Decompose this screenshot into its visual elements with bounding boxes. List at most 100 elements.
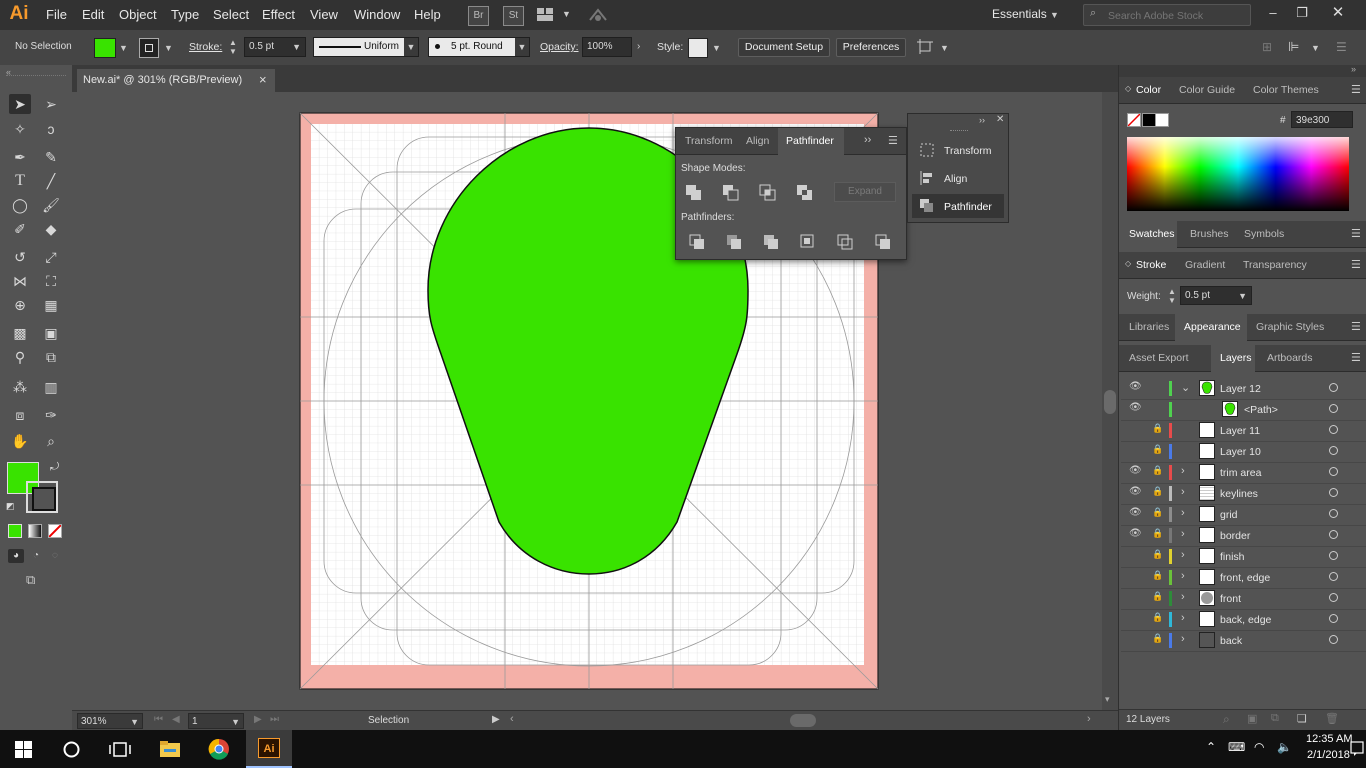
tab-appearance[interactable]: Appearance <box>1184 321 1241 333</box>
close-tab-icon[interactable]: × <box>259 72 267 87</box>
bridge-button[interactable]: Br <box>468 6 489 26</box>
tab-swatches[interactable]: Swatches <box>1129 228 1175 240</box>
chevron-down-icon[interactable]: ▼ <box>119 43 128 53</box>
tab-color-guide[interactable]: Color Guide <box>1179 84 1235 96</box>
eraser-tool-icon[interactable]: ◆ <box>40 219 62 239</box>
slice-tool-icon[interactable]: ✑ <box>40 405 62 425</box>
direct-selection-tool-icon[interactable]: ➢ <box>40 94 62 114</box>
draw-normal-icon[interactable]: ◕ <box>8 549 24 563</box>
chevron-down-icon[interactable]: ▼ <box>562 9 571 19</box>
ellipse-tool-icon[interactable]: ◯ <box>9 195 31 215</box>
horizontal-scroll-thumb[interactable] <box>790 714 816 727</box>
collapse-panels-icon[interactable]: » <box>1351 64 1356 74</box>
draw-behind-icon[interactable]: ◔ <box>29 549 43 563</box>
lock-icon[interactable]: 🔒 <box>1152 591 1163 602</box>
lock-icon[interactable]: 🔒 <box>1152 486 1163 497</box>
lock-icon[interactable]: 🔒 <box>1152 633 1163 644</box>
expand-button[interactable]: Expand <box>834 182 896 202</box>
eye-icon[interactable]: 👁 <box>1129 465 1142 476</box>
chevron-down-icon[interactable]: ▼ <box>1311 43 1320 53</box>
stepper-icon[interactable]: ▲ ▼ <box>1168 287 1176 305</box>
lock-icon[interactable]: 🔒 <box>1152 465 1163 476</box>
new-sublayer-icon[interactable]: ⧉ <box>1271 712 1279 725</box>
chevron-right-icon[interactable]: › <box>1181 528 1185 540</box>
menu-select[interactable]: Select <box>213 7 249 22</box>
target-icon[interactable] <box>1329 635 1338 644</box>
outline-icon[interactable] <box>836 233 856 251</box>
gradient-tool-icon[interactable]: ▣ <box>40 323 62 343</box>
align-icon[interactable]: ⊞ <box>1262 40 1272 54</box>
chrome-icon[interactable] <box>208 738 230 760</box>
new-layer-icon[interactable]: ❏ <box>1297 712 1307 725</box>
layer-row[interactable]: 👁 🔒 › trim area <box>1121 462 1366 484</box>
target-icon[interactable] <box>1329 404 1338 413</box>
hand-tool-icon[interactable]: ✋ <box>9 431 31 451</box>
default-fill-stroke-icon[interactable]: ◩ <box>6 501 15 512</box>
opacity-field[interactable]: 100% <box>582 37 632 57</box>
tab-gradient[interactable]: Gradient <box>1185 259 1225 271</box>
free-transform-tool-icon[interactable]: ⛶ <box>40 271 62 291</box>
lock-icon[interactable]: 🔒 <box>1152 549 1163 560</box>
minus-front-icon[interactable] <box>721 183 741 201</box>
pen-tool-icon[interactable]: ✒ <box>9 147 31 167</box>
trim-icon[interactable] <box>725 233 745 251</box>
panel-menu-icon[interactable]: ☰ <box>1351 320 1361 333</box>
control-options-icon[interactable] <box>917 39 935 55</box>
last-artboard-icon[interactable]: ⏭ <box>270 714 279 725</box>
tab-transform[interactable]: Transform <box>685 135 732 147</box>
target-icon[interactable] <box>1329 467 1338 476</box>
action-center-icon[interactable] <box>1350 741 1364 757</box>
chevron-right-icon[interactable]: › <box>1181 591 1185 603</box>
layer-row[interactable]: 👁 🔒 › border <box>1121 525 1366 547</box>
menu-window[interactable]: Window <box>354 7 400 22</box>
gpu-performance-icon[interactable] <box>588 6 608 24</box>
menu-edit[interactable]: Edit <box>82 7 104 22</box>
vertical-scroll-thumb[interactable] <box>1104 390 1116 414</box>
layer-row[interactable]: 👁 🔒 › grid <box>1121 504 1366 526</box>
layer-row[interactable]: 👁 <Path> <box>1121 399 1366 421</box>
black-swatch[interactable] <box>1142 113 1156 127</box>
chevron-down-icon[interactable]: ▼ <box>712 43 721 53</box>
perspective-grid-tool-icon[interactable]: ▦ <box>40 295 62 315</box>
first-artboard-icon[interactable]: ⏮ <box>154 714 163 725</box>
magic-wand-tool-icon[interactable]: ✧ <box>9 119 31 139</box>
lock-icon[interactable]: 🔒 <box>1152 528 1163 539</box>
wifi-icon[interactable]: ◠ <box>1254 740 1264 754</box>
scroll-left-icon[interactable]: ‹ <box>510 713 514 725</box>
tab-stroke[interactable]: Stroke <box>1136 259 1166 271</box>
document-setup-button[interactable]: Document Setup <box>738 38 830 57</box>
expand-panel-icon[interactable]: ›› <box>864 134 871 146</box>
none-swatch[interactable] <box>1127 113 1141 127</box>
windows-start-icon[interactable] <box>15 741 32 758</box>
dock-transform[interactable]: Transform <box>912 138 1004 162</box>
selection-tool-icon[interactable]: ➤ <box>9 94 31 114</box>
tab-symbols[interactable]: Symbols <box>1244 228 1284 240</box>
unite-icon[interactable] <box>684 183 704 201</box>
previous-artboard-icon[interactable]: ◀ <box>172 714 180 725</box>
scroll-right-icon[interactable]: › <box>1087 713 1091 725</box>
crop-icon[interactable] <box>799 233 819 251</box>
stroke-label[interactable]: Stroke: <box>189 41 222 53</box>
line-tool-icon[interactable]: ╱ <box>40 171 62 191</box>
tab-layers[interactable]: Layers <box>1220 352 1252 364</box>
weight-field[interactable]: 0.5 pt ▼ <box>1180 286 1252 305</box>
panel-menu-icon[interactable]: ☰ <box>1351 227 1361 240</box>
tab-align[interactable]: Align <box>746 135 769 147</box>
tab-color-themes[interactable]: Color Themes <box>1253 84 1319 96</box>
close-window-icon[interactable]: ✕ <box>1328 3 1348 23</box>
tab-libraries[interactable]: Libraries <box>1129 321 1169 333</box>
menu-help[interactable]: Help <box>414 7 441 22</box>
layer-row[interactable]: 🔒 › finish <box>1121 546 1366 568</box>
target-icon[interactable] <box>1329 551 1338 560</box>
task-view-icon[interactable] <box>109 741 131 758</box>
chevron-right-icon[interactable]: › <box>1181 570 1185 582</box>
layer-row[interactable]: 👁 🔒 › keylines <box>1121 483 1366 505</box>
scale-tool-icon[interactable]: ⤢ <box>40 247 62 267</box>
menu-view[interactable]: View <box>310 7 338 22</box>
divide-icon[interactable] <box>688 233 708 251</box>
restore-icon[interactable]: ❐ <box>1292 3 1312 23</box>
shaper-tool-icon[interactable]: ✐ <box>9 219 31 239</box>
panel-menu-icon[interactable]: ☰ <box>1336 40 1347 54</box>
artboard-number-field[interactable]: 1 ▼ <box>188 713 244 729</box>
document-tab[interactable]: New.ai* @ 301% (RGB/Preview) × <box>76 68 276 92</box>
